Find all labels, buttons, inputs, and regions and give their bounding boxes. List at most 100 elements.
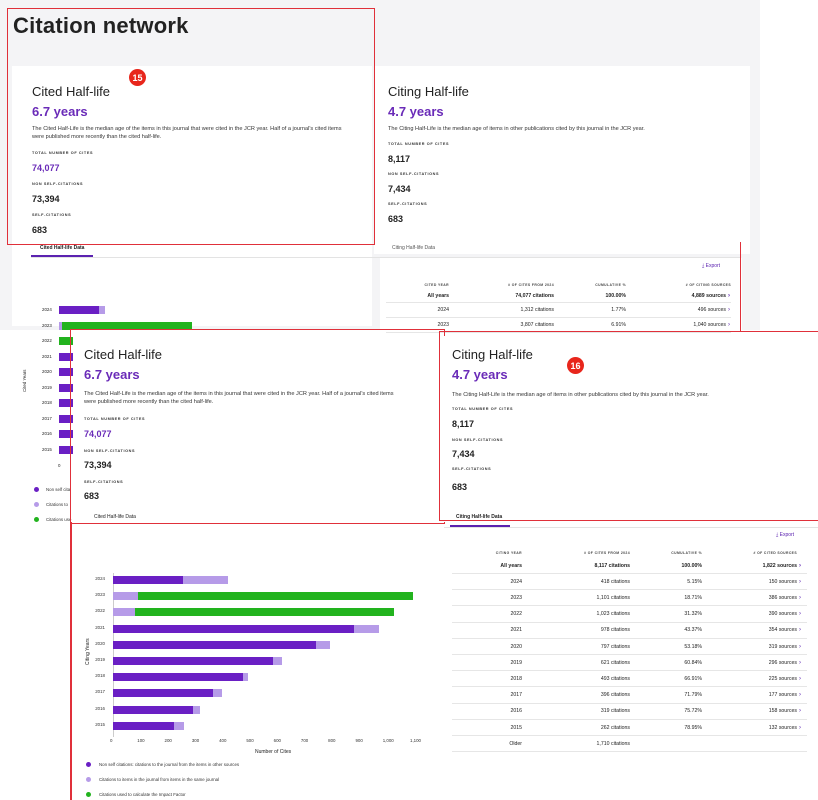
y-tick-label: 2019 — [95, 657, 105, 662]
table-cell[interactable]: 225 sources — [702, 676, 797, 682]
bar-2021-series-1[interactable] — [354, 624, 379, 633]
table-row: 2022 1,023 citations 31.32% 390 sources › — [452, 607, 807, 623]
legend-dot — [86, 777, 91, 782]
y-tick-label: 2023 — [42, 322, 52, 328]
export-link[interactable]: ⤓ Export — [776, 532, 794, 538]
x-tick-label: 900 — [355, 738, 363, 743]
table-cell: 2019 — [510, 659, 522, 666]
bar-2017-series-0[interactable] — [113, 689, 213, 698]
mini-zero-tick: 0 — [58, 463, 61, 468]
bar-2024-series-0[interactable] — [113, 576, 183, 584]
y-tick-label: 2020 — [42, 369, 52, 374]
chevron-right-icon[interactable]: › — [799, 660, 801, 666]
tab-citing-half-life-data[interactable]: Citing Half-life Data — [456, 514, 502, 520]
bar-2018-series-1[interactable] — [242, 673, 248, 682]
bar-2015-series-0[interactable] — [113, 721, 175, 730]
annotation-badge-15: 15 — [129, 69, 146, 86]
description-line-1: The Cited Half-Life is the median age of… — [84, 391, 394, 397]
table-row: 2015 262 citations 78.95% 132 sources › — [452, 720, 807, 736]
x-tick-label: 1,000 — [382, 738, 394, 743]
chevron-right-icon[interactable]: › — [799, 579, 801, 585]
table-cell: 319 citations — [600, 708, 630, 715]
table-cell[interactable]: 296 sources — [702, 660, 797, 666]
table-cell[interactable]: 132 sources — [702, 725, 797, 731]
bar-2016-series-1[interactable] — [193, 705, 201, 714]
table-cell: All years — [427, 292, 449, 299]
table-cell[interactable]: 177 sources — [702, 692, 797, 698]
chevron-right-icon[interactable]: › — [728, 322, 730, 328]
table-cell[interactable]: 496 sources — [626, 307, 726, 313]
tab-citing-half-life-data[interactable]: Citing Half-life Data — [392, 245, 435, 251]
non-self-citations-value: 73,394 — [84, 460, 112, 470]
chevron-right-icon[interactable]: › — [799, 725, 801, 731]
table-cell: 2020 — [510, 643, 522, 650]
bar-2017-series-1[interactable] — [212, 689, 223, 698]
legend-dot — [34, 502, 39, 507]
bar-2019-series-0[interactable] — [113, 657, 273, 665]
bar-2023-series-1[interactable] — [113, 592, 138, 601]
table-row: 2021 978 citations 43.37% 354 sources › — [452, 623, 807, 639]
table-cell[interactable]: 150 sources — [702, 579, 797, 585]
annotation-badge-16: 16 — [567, 357, 584, 374]
bar-2015-series-1[interactable] — [174, 721, 184, 730]
bar-2020-series-1[interactable] — [316, 640, 330, 649]
mini-bar-2021-series-0 — [59, 352, 73, 361]
export-label: Export — [705, 263, 721, 269]
chevron-right-icon[interactable]: › — [799, 611, 801, 617]
table-cell[interactable]: 319 sources — [702, 644, 797, 650]
table-cell: 31.32% — [684, 611, 702, 618]
chevron-right-icon[interactable]: › — [799, 595, 801, 601]
self-citations-label: SELF-CITATIONS — [388, 202, 428, 206]
cited-half-life-panel: Cited Half-life 6.7 years The Cited Half… — [12, 66, 372, 326]
table-cell: 75.72% — [684, 708, 702, 715]
tab-cited-half-life-data[interactable]: Cited Half-life Data — [94, 514, 136, 520]
export-link[interactable]: ⤓ Export — [702, 263, 720, 269]
chevron-right-icon[interactable]: › — [728, 307, 730, 313]
mini-bar-2020-series-0 — [59, 368, 73, 376]
table-row: All years 74,077 citations 100.00% 4,889… — [386, 289, 731, 303]
chevron-right-icon[interactable]: › — [799, 676, 801, 682]
table-cell[interactable]: 4,889 sources — [626, 293, 726, 299]
y-tick-label: 2022 — [95, 608, 105, 614]
citing-section-divider — [444, 527, 818, 528]
cited-table-header: CITED YEAR # OF CITES FROM 2024 CUMULATI… — [386, 281, 731, 289]
y-tick-label: 2018 — [95, 673, 105, 679]
legend-label: Non self cita — [46, 487, 71, 492]
bar-2019-series-1[interactable] — [272, 657, 283, 665]
table-cell[interactable]: 390 sources — [702, 611, 797, 617]
column-header: # OF CITED SOURCES — [753, 551, 797, 555]
table-cell: 2016 — [510, 708, 522, 715]
bar-2024-series-1[interactable] — [182, 576, 228, 584]
self-citations-value: 683 — [84, 491, 100, 501]
chevron-right-icon[interactable]: › — [799, 708, 801, 714]
table-cell[interactable]: 1,822 sources — [702, 563, 797, 569]
table-cell[interactable]: 1,040 sources — [626, 322, 726, 328]
citing-half-life-title: Citing Half-life — [452, 347, 533, 362]
tab-cited-half-life-data[interactable]: Cited Half-life Data — [40, 245, 84, 251]
bar-2016-series-0[interactable] — [113, 705, 194, 714]
cited-half-life-description: The Cited Half-Life is the median age of… — [32, 125, 377, 141]
x-tick-label: 1,100 — [410, 738, 421, 743]
cited-years-axis-label: Cited Years — [22, 369, 27, 392]
bar-2018-series-0[interactable] — [113, 673, 243, 682]
table-cell[interactable]: 158 sources — [702, 708, 797, 714]
bar-2023-series-2[interactable] — [137, 592, 413, 601]
table-cell[interactable]: 386 sources — [702, 595, 797, 601]
chevron-right-icon[interactable]: › — [799, 563, 801, 569]
x-tick-label: 0 — [110, 738, 113, 743]
bar-2022-series-2[interactable] — [134, 608, 394, 617]
table-cell: 66.91% — [684, 675, 702, 682]
bar-2021-series-0[interactable] — [113, 624, 355, 633]
mini-bar-2022-series-2 — [59, 337, 73, 345]
chevron-right-icon[interactable]: › — [799, 644, 801, 650]
chevron-right-icon[interactable]: › — [728, 293, 730, 299]
chevron-right-icon[interactable]: › — [799, 627, 801, 633]
table-row: 2019 621 citations 60.84% 296 sources › — [452, 655, 807, 672]
non-self-citations-label: NON SELF-CITATIONS — [388, 172, 440, 176]
table-cell: 100.00% — [605, 292, 626, 299]
bar-2020-series-0[interactable] — [113, 640, 317, 649]
bar-2022-series-1[interactable] — [113, 608, 135, 617]
x-tick-label: 200 — [164, 738, 172, 743]
table-cell[interactable]: 354 sources — [702, 627, 797, 633]
chevron-right-icon[interactable]: › — [799, 692, 801, 698]
